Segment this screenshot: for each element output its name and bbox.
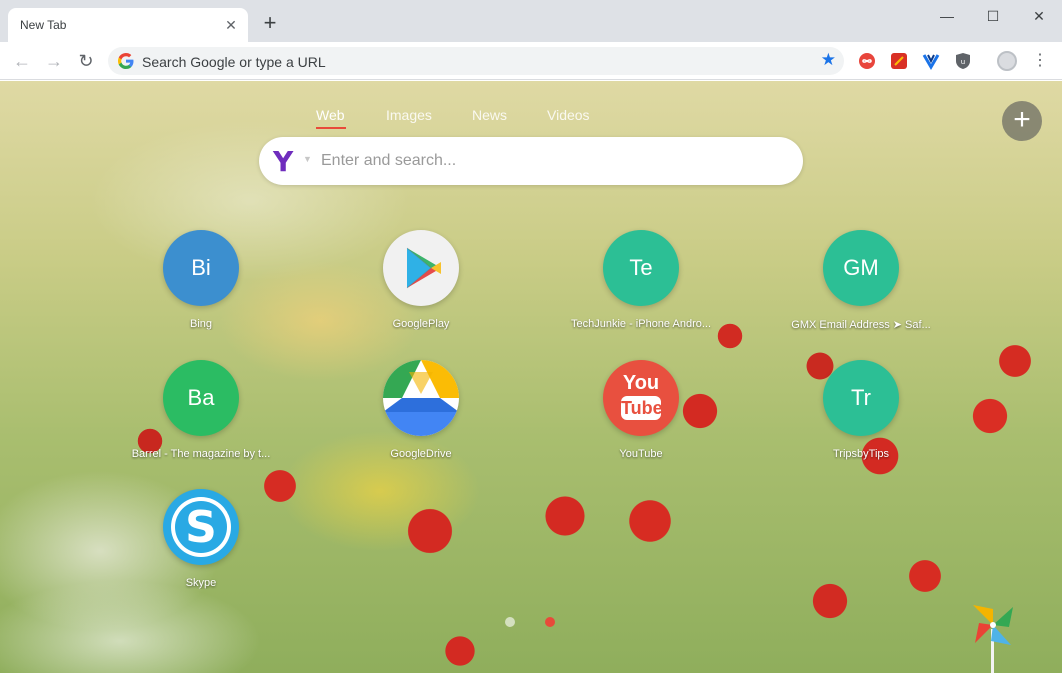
google-play-icon <box>383 230 459 306</box>
page-indicator <box>505 617 565 627</box>
add-shortcut-button[interactable]: + <box>1002 101 1042 141</box>
tile-label: Bing <box>189 318 213 330</box>
active-tab-underline <box>316 127 346 129</box>
tab-strip: New Tab ✕ + — ☐ ✕ <box>0 0 1062 42</box>
tile-googledrive[interactable]: GoogleDrive <box>336 360 506 472</box>
tab-title: New Tab <box>20 18 67 32</box>
vpn-extension-icon[interactable] <box>922 52 940 70</box>
tile-label: TripsbyTips <box>832 448 890 460</box>
tile-tripsbytips[interactable]: Tr TripsbyTips <box>776 360 946 472</box>
new-tab-page: Web Images News Videos Y ▼ + Bi Bing Goo… <box>0 81 1062 673</box>
maximize-button[interactable]: ☐ <box>970 4 1016 28</box>
tab-close-icon[interactable]: ✕ <box>222 16 240 34</box>
back-button[interactable]: ← <box>10 49 34 73</box>
browser-toolbar: ← → ↻ Search Google or type a URL ★ u ⋮ <box>0 42 1062 80</box>
google-icon <box>118 53 134 69</box>
tile-label: GoogleDrive <box>390 448 452 460</box>
tile-tripsbytips-icon: Tr <box>823 360 899 436</box>
infinity-extension-icon[interactable] <box>858 52 876 70</box>
tab-new-tab[interactable]: New Tab ✕ <box>8 8 248 42</box>
tile-skype[interactable]: S Skype <box>116 489 286 601</box>
youtube-logo-tube: Tube <box>621 396 663 420</box>
tile-label: GMX Email Address ➤ Saf... <box>791 319 931 331</box>
skype-icon: S <box>163 489 239 565</box>
address-bar[interactable]: Search Google or type a URL ★ <box>108 47 844 75</box>
google-drive-icon <box>383 360 459 436</box>
tile-label: Skype <box>185 577 217 589</box>
minimize-button[interactable]: — <box>924 4 970 28</box>
address-bar-placeholder: Search Google or type a URL <box>142 54 326 70</box>
new-tab-button[interactable]: + <box>258 12 282 36</box>
tile-barrel[interactable]: Ba Barrel - The magazine by t... <box>116 360 286 472</box>
tile-bing-icon: Bi <box>163 230 239 306</box>
tile-gmx-icon: GM <box>823 230 899 306</box>
reload-button[interactable]: ↻ <box>74 49 98 73</box>
ublock-shield-icon[interactable]: u <box>954 52 972 70</box>
tile-techjunkie-icon: Te <box>603 230 679 306</box>
tile-googleplay[interactable]: GooglePlay <box>336 230 506 342</box>
bookmark-star-icon[interactable]: ★ <box>821 50 836 70</box>
page-dot-2[interactable] <box>545 617 555 627</box>
engine-dropdown-icon[interactable]: ▼ <box>303 154 312 164</box>
tab-videos[interactable]: Videos <box>547 107 590 123</box>
close-window-button[interactable]: ✕ <box>1016 4 1062 28</box>
tile-barrel-icon: Ba <box>163 360 239 436</box>
tile-techjunkie[interactable]: Te TechJunkie - iPhone Andro... <box>556 230 726 342</box>
tile-label: TechJunkie - iPhone Andro... <box>570 318 712 330</box>
yahoo-logo-icon[interactable]: Y <box>273 145 293 178</box>
tile-label: YouTube <box>619 448 663 460</box>
pinwheel-icon[interactable] <box>970 601 1016 673</box>
tile-gmx[interactable]: GM GMX Email Address ➤ Saf... <box>776 230 946 342</box>
svg-text:S: S <box>185 502 217 553</box>
tile-youtube[interactable]: You Tube YouTube <box>556 360 726 472</box>
forward-button[interactable]: → <box>42 49 66 73</box>
page-dot-1[interactable] <box>505 617 515 627</box>
red-square-extension-icon[interactable] <box>890 52 908 70</box>
tab-news[interactable]: News <box>472 107 507 123</box>
tile-bing[interactable]: Bi Bing <box>116 230 286 342</box>
youtube-icon: You Tube <box>603 360 679 436</box>
tile-label: GooglePlay <box>392 318 450 330</box>
search-box: Y ▼ <box>259 137 803 185</box>
tab-web[interactable]: Web <box>316 107 345 123</box>
menu-icon[interactable]: ⋮ <box>1030 50 1050 72</box>
svg-text:u: u <box>961 58 965 66</box>
tile-label: Barrel - The magazine by t... <box>131 448 271 460</box>
tab-images[interactable]: Images <box>386 107 432 123</box>
profile-avatar[interactable] <box>997 51 1017 71</box>
youtube-logo-you: You <box>622 372 660 394</box>
search-input[interactable] <box>321 149 781 173</box>
